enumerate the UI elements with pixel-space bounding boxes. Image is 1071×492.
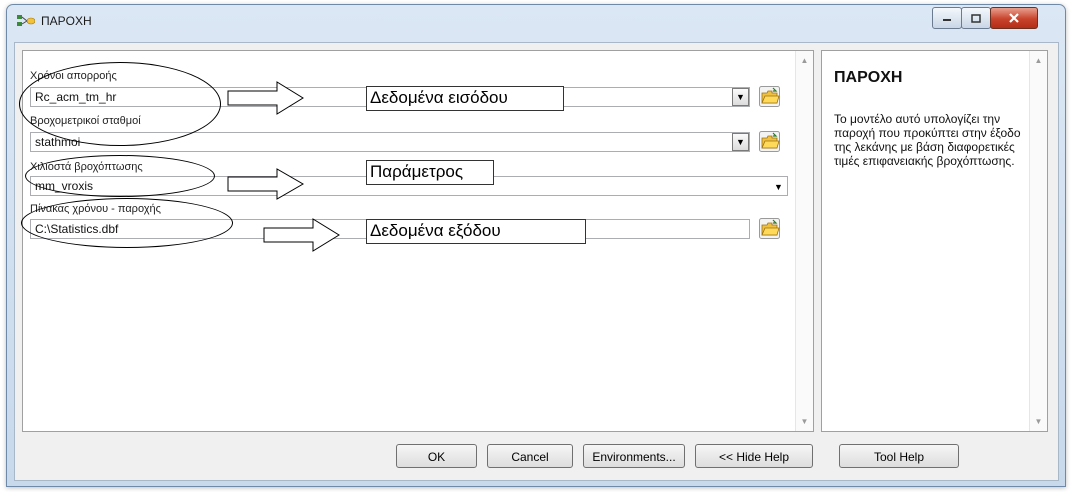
help-description: Το μοντέλο αυτό υπολογίζει την παροχή πο…: [834, 112, 1021, 168]
annotation-ellipse-input: [19, 62, 221, 146]
dialog-body: Χρόνοι απορροής Rc_acm_tm_hr ▼ Βροχομετρ…: [14, 42, 1059, 481]
help-scrollbar[interactable]: ▲ ▼: [1029, 51, 1047, 431]
maximize-button[interactable]: [961, 7, 991, 29]
rainfall-mm-dropdown-arrow[interactable]: ▼: [774, 182, 783, 192]
open-folder-icon[interactable]: [759, 86, 780, 107]
close-button[interactable]: [990, 7, 1038, 29]
close-icon: [1009, 13, 1019, 23]
parameters-panel: Χρόνοι απορροής Rc_acm_tm_hr ▼ Βροχομετρ…: [19, 50, 814, 432]
open-folder-icon[interactable]: [759, 131, 780, 152]
annotation-arrow-icon: [227, 81, 304, 115]
cancel-button[interactable]: Cancel: [487, 444, 573, 468]
annotation-arrow-icon: [227, 168, 305, 200]
annotation-ellipse-parameter: [25, 155, 215, 197]
scroll-down-icon[interactable]: ▼: [1030, 414, 1047, 429]
annotation-label-input-data: Δεδομένα εισόδου: [366, 86, 564, 111]
hide-help-button[interactable]: << Hide Help: [695, 444, 813, 468]
scroll-down-icon[interactable]: ▼: [796, 414, 813, 429]
annotation-ellipse-output: [21, 198, 233, 248]
scroll-up-icon[interactable]: ▲: [796, 53, 813, 68]
window-title: ΠΑΡΟΧΗ: [41, 14, 92, 28]
help-title: ΠΑΡΟΧΗ: [834, 69, 903, 86]
tool-help-button[interactable]: Tool Help: [839, 444, 959, 468]
help-panel: ΠΑΡΟΧΗ Το μοντέλο αυτό υπολογίζει την πα…: [821, 50, 1048, 432]
annotation-label-output-data: Δεδομένα εξόδου: [366, 219, 586, 244]
annotation-label-parameter: Παράμετρος: [366, 160, 494, 185]
maximize-icon: [971, 13, 981, 23]
annotation-arrow-icon: [263, 218, 340, 252]
title-bar[interactable]: ΠΑΡΟΧΗ: [7, 5, 1065, 35]
runoff-times-dropdown-button[interactable]: ▼: [732, 88, 749, 106]
open-folder-icon[interactable]: [759, 218, 780, 239]
parameters-scrollbar[interactable]: ▲ ▼: [795, 51, 813, 431]
model-tool-icon: [17, 15, 35, 26]
environments-button[interactable]: Environments...: [583, 444, 685, 468]
scroll-up-icon[interactable]: ▲: [1030, 53, 1047, 68]
minimize-button[interactable]: [932, 7, 962, 29]
tool-dialog-window: ΠΑΡΟΧΗ Χρόνοι απορροής Rc_acm_tm_hr ▼ Βρ…: [6, 4, 1066, 487]
minimize-icon: [943, 19, 951, 21]
ok-button[interactable]: OK: [396, 444, 477, 468]
rain-stations-dropdown-button[interactable]: ▼: [732, 133, 749, 151]
